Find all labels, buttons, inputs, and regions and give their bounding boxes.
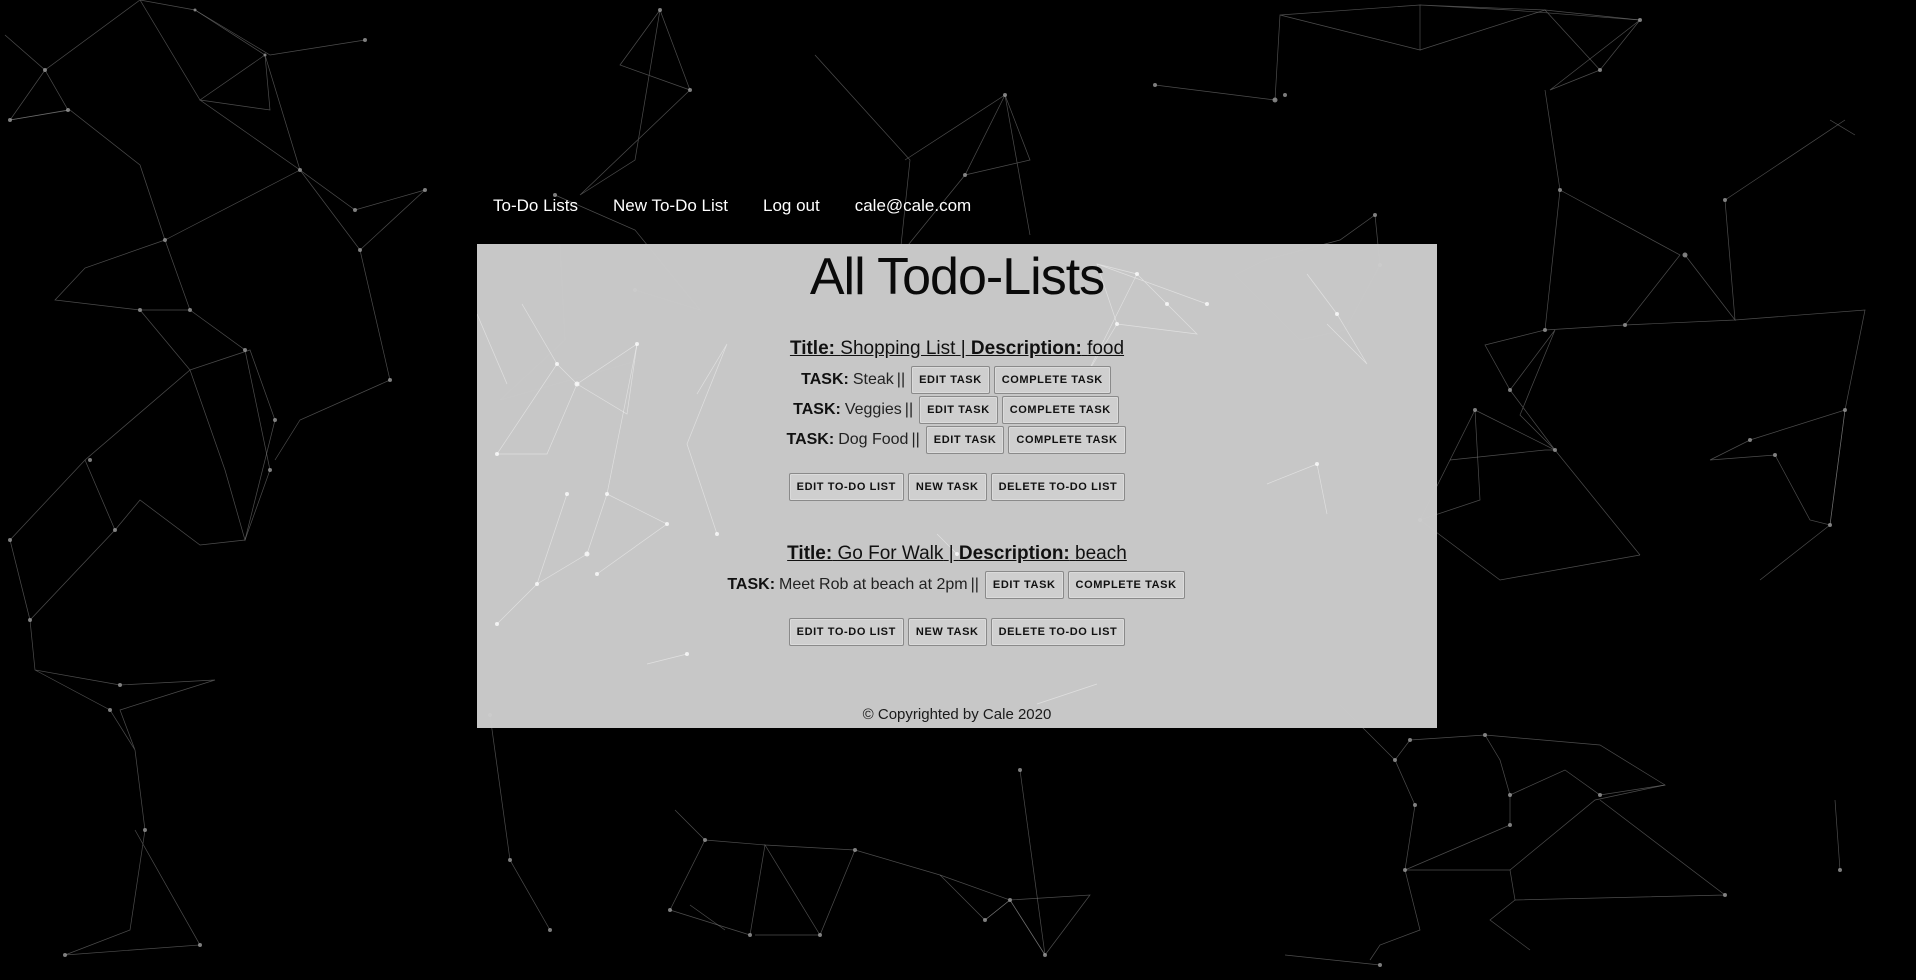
list-description: beach xyxy=(1075,543,1127,564)
top-navigation: To-Do Lists New To-Do List Log out cale@… xyxy=(493,194,1006,218)
nav-todo-lists-link[interactable]: To-Do Lists xyxy=(493,196,578,216)
main-panel: All Todo-Lists Title: Shopping List | De… xyxy=(477,244,1437,728)
panel-inner: All Todo-Lists Title: Shopping List | De… xyxy=(477,244,1437,648)
task-text: Veggies xyxy=(844,401,902,418)
complete-task-button[interactable]: COMPLETE TASK xyxy=(1008,426,1126,454)
list-actions: EDIT TO-DO LIST NEW TASK DELETE TO-DO LI… xyxy=(477,618,1437,648)
edit-task-button[interactable]: EDIT TASK xyxy=(911,366,990,394)
list-heading[interactable]: Title: Go For Walk | Description: beach xyxy=(477,543,1437,565)
delete-todo-list-button[interactable]: DELETE TO-DO LIST xyxy=(990,473,1126,501)
title-label: Title: xyxy=(787,543,833,564)
heading-separator: | xyxy=(948,543,954,564)
task-label: TASK: xyxy=(727,576,776,593)
task-separator: || xyxy=(896,371,906,388)
new-task-button[interactable]: NEW TASK xyxy=(907,618,987,646)
list-description: food xyxy=(1087,338,1125,359)
task-separator: || xyxy=(911,431,920,448)
todo-list-shopping: Title: Shopping List | Description: food… xyxy=(477,338,1437,503)
heading-separator: | xyxy=(960,338,966,359)
description-label: Description: xyxy=(970,338,1082,359)
edit-todo-list-button[interactable]: EDIT TO-DO LIST xyxy=(788,618,904,646)
complete-task-button[interactable]: COMPLETE TASK xyxy=(1001,396,1119,424)
edit-task-button[interactable]: EDIT TASK xyxy=(919,396,998,424)
nav-logout-link[interactable]: Log out xyxy=(763,196,820,216)
todo-list-walk: Title: Go For Walk | Description: beach … xyxy=(477,543,1437,648)
task-row: TASK: Steak || EDIT TASK COMPLETE TASK xyxy=(477,365,1437,395)
nav-new-todo-list-link[interactable]: New To-Do List xyxy=(613,196,728,216)
page-title: All Todo-Lists xyxy=(809,248,1105,306)
complete-task-button[interactable]: COMPLETE TASK xyxy=(1067,571,1185,599)
edit-task-button[interactable]: EDIT TASK xyxy=(984,571,1064,599)
task-label: TASK: xyxy=(793,401,841,418)
list-title: Go For Walk xyxy=(837,543,944,564)
complete-task-button[interactable]: COMPLETE TASK xyxy=(993,366,1111,394)
edit-task-button[interactable]: EDIT TASK xyxy=(925,426,1005,454)
task-row: TASK: Dog Food || EDIT TASK COMPLETE TAS… xyxy=(477,425,1437,455)
title-label: Title: xyxy=(789,338,835,359)
edit-todo-list-button[interactable]: EDIT TO-DO LIST xyxy=(788,473,904,501)
page-content: To-Do Lists New To-Do List Log out cale@… xyxy=(0,0,1916,980)
description-label: Description: xyxy=(958,543,1070,564)
task-text: Steak xyxy=(852,371,894,388)
task-row: TASK: Meet Rob at beach at 2pm || EDIT T… xyxy=(477,570,1437,600)
list-actions: EDIT TO-DO LIST NEW TASK DELETE TO-DO LI… xyxy=(477,473,1437,503)
nav-user-email-link[interactable]: cale@cale.com xyxy=(855,196,971,216)
task-label: TASK: xyxy=(786,431,835,448)
task-text: Dog Food xyxy=(838,431,909,448)
task-label: TASK: xyxy=(801,371,849,388)
task-text: Meet Rob at beach at 2pm xyxy=(779,576,968,593)
list-title: Shopping List xyxy=(840,338,956,359)
new-task-button[interactable]: NEW TASK xyxy=(907,473,987,501)
task-row: TASK: Veggies || EDIT TASK COMPLETE TASK xyxy=(477,395,1437,425)
task-separator: || xyxy=(970,576,979,593)
delete-todo-list-button[interactable]: DELETE TO-DO LIST xyxy=(990,618,1126,646)
task-separator: || xyxy=(904,401,914,418)
footer-copyright: © Copyrighted by Cale 2020 xyxy=(862,706,1052,723)
list-heading[interactable]: Title: Shopping List | Description: food xyxy=(477,338,1437,360)
